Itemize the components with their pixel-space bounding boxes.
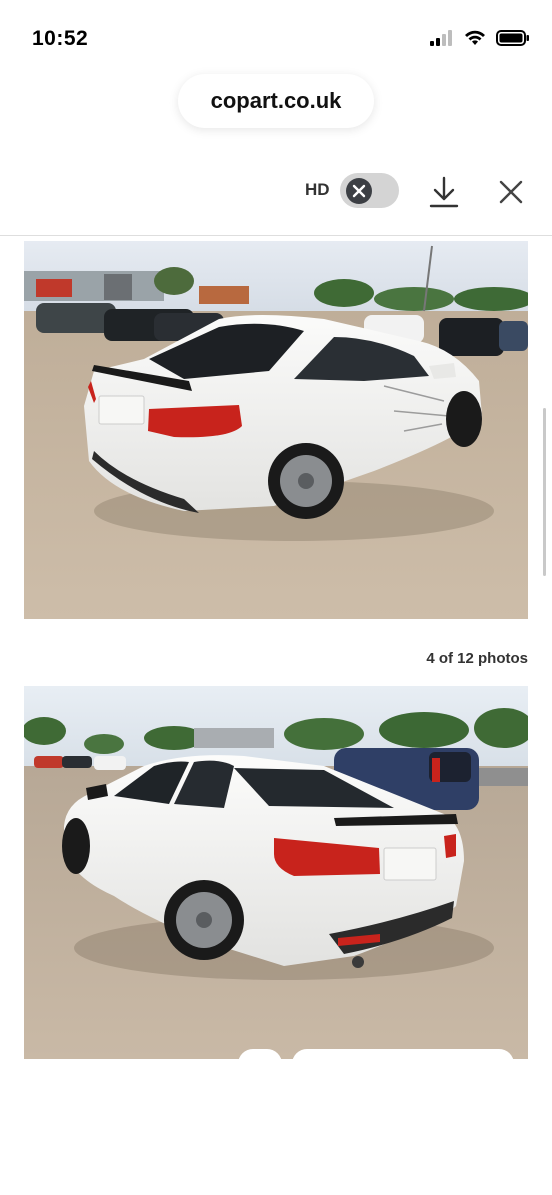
cellular-signal-icon	[430, 30, 452, 46]
battery-icon	[496, 30, 529, 46]
viewer-toolbar: HD	[0, 165, 552, 215]
vehicle-photo[interactable]	[24, 241, 528, 619]
status-time: 10:52	[32, 27, 89, 50]
download-icon[interactable]	[428, 175, 460, 209]
close-icon	[352, 184, 366, 198]
bottom-control[interactable]	[292, 1049, 514, 1079]
hd-label: HD	[305, 180, 330, 199]
url-text: copart.co.uk	[210, 88, 342, 113]
bottom-control[interactable]	[238, 1049, 282, 1079]
close-icon[interactable]	[497, 178, 525, 206]
photo-counter: 4 of 12 photos	[426, 650, 528, 667]
wifi-icon	[465, 30, 485, 45]
toolbar-divider	[0, 235, 552, 236]
vehicle-photo[interactable]	[24, 686, 528, 1059]
url-bar[interactable]: copart.co.uk	[178, 74, 374, 128]
vehicle-photo-image	[24, 686, 528, 1059]
hd-toggle-knob[interactable]	[346, 178, 372, 204]
status-icons	[430, 30, 530, 46]
status-bar: 10:52	[0, 0, 552, 80]
vehicle-photo-image	[24, 241, 528, 619]
scroll-indicator[interactable]	[543, 408, 546, 576]
